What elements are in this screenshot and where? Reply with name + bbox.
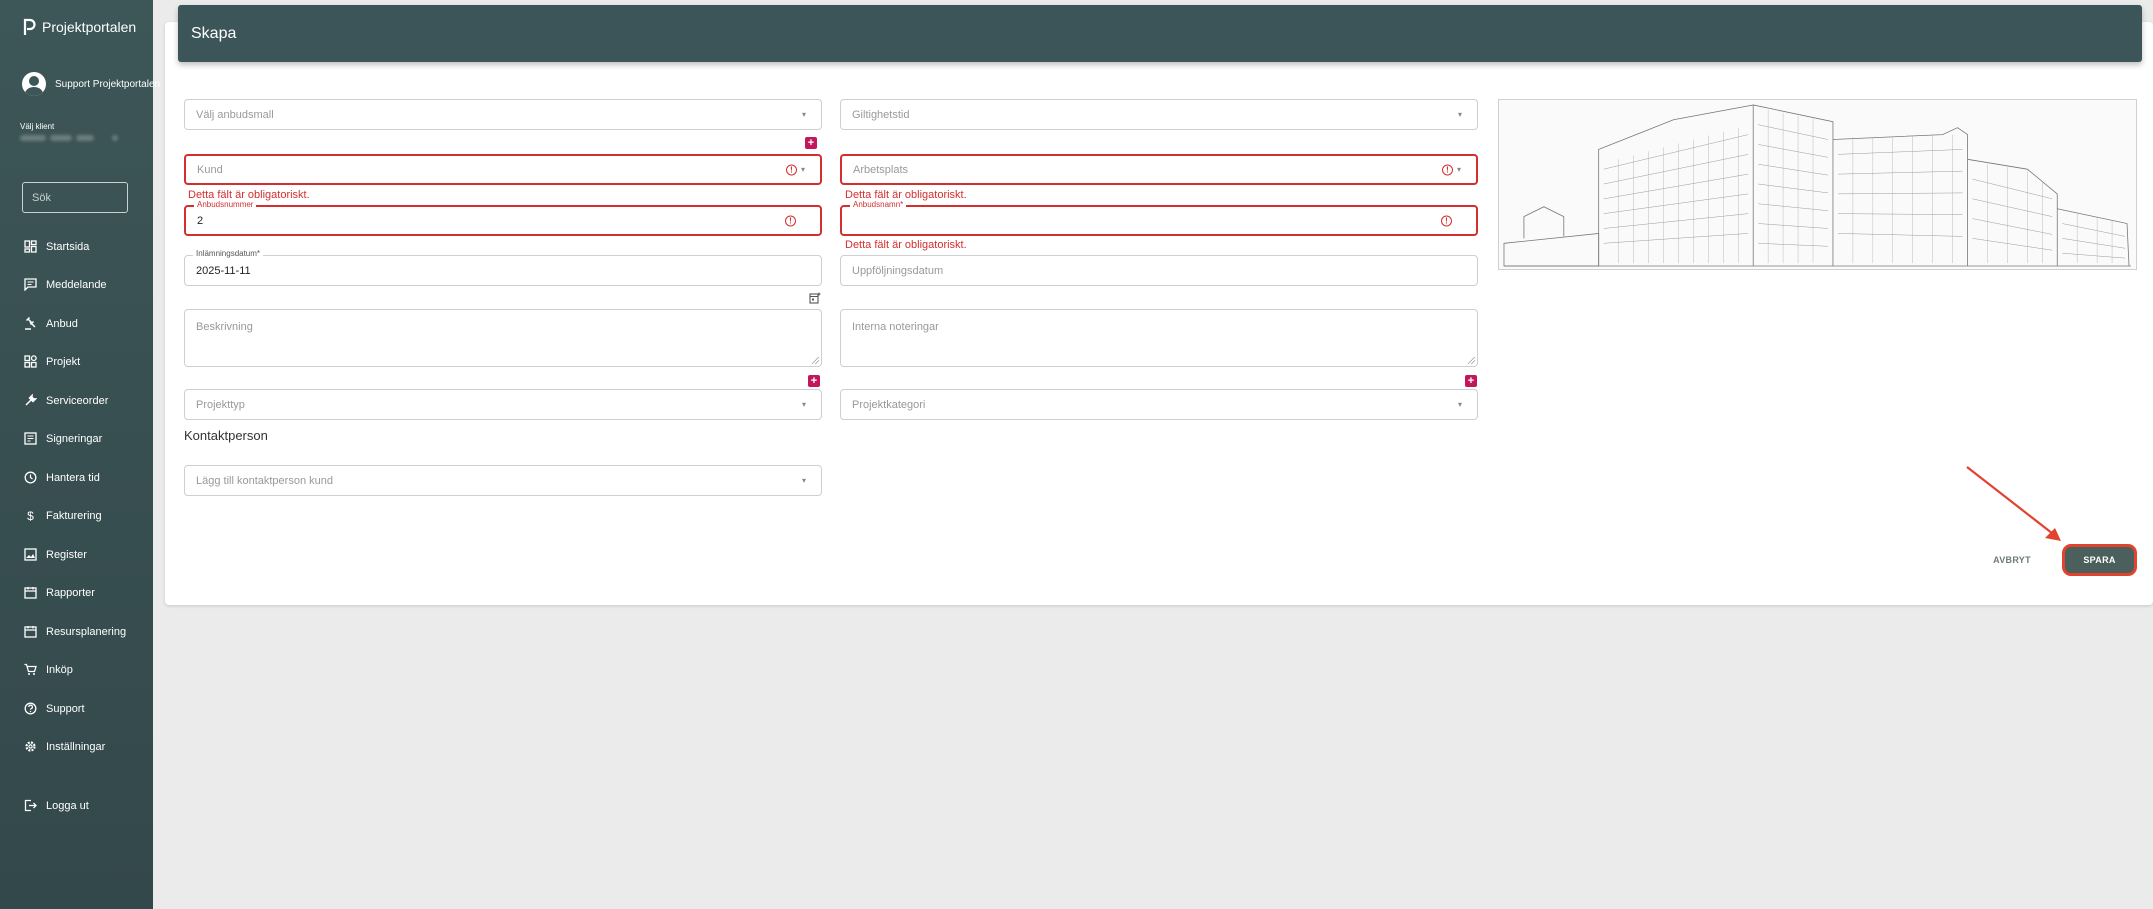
chevron-down-icon: ▾: [801, 399, 806, 409]
customer-select[interactable]: Kund ! ▾: [184, 154, 822, 185]
gear-icon: [24, 740, 37, 753]
sidebar-item-projekt[interactable]: Projekt: [24, 355, 80, 368]
sidebar-item-register[interactable]: Register: [24, 548, 87, 561]
sidebar-item-meddelande[interactable]: Meddelande: [24, 278, 107, 291]
dashboard-icon: [24, 240, 37, 253]
user-profile[interactable]: Support Projektportalen: [22, 72, 160, 96]
building-illustration: [1498, 99, 2137, 270]
image-icon: [24, 548, 37, 561]
clock-icon: [24, 471, 37, 484]
sidebar-item-serviceorder[interactable]: Serviceorder: [24, 394, 108, 407]
add-template-button[interactable]: +: [805, 137, 817, 149]
page-title: Skapa: [191, 24, 237, 42]
sidebar-item-hantera-tid[interactable]: Hantera tid: [24, 471, 100, 484]
project-icon: [24, 355, 37, 368]
search-input[interactable]: Sök: [22, 182, 128, 213]
template-select[interactable]: Välj anbudsmall ▾: [184, 99, 822, 130]
project-category-select[interactable]: Projektkategori ▾: [840, 389, 1478, 420]
help-icon: [24, 702, 37, 715]
add-project-type-button[interactable]: +: [808, 375, 820, 387]
gavel-icon: [24, 317, 37, 330]
chevron-down-icon: ▾: [800, 164, 805, 174]
bid-number-field[interactable]: Anbudsnummer 2 !: [184, 200, 822, 236]
submission-date-field[interactable]: Inlämningsdatum* 2025-11-11: [184, 249, 822, 286]
contact-person-select[interactable]: Lägg till kontaktperson kund ▾: [184, 465, 822, 496]
sidebar: Projektportalen Support Projektportalen …: [0, 0, 160, 909]
internal-notes-textarea[interactable]: Interna noteringar: [840, 309, 1478, 367]
save-button[interactable]: SPARA: [2062, 544, 2137, 576]
chevron-down-icon: ▾: [801, 475, 806, 485]
validity-select[interactable]: Giltighetstid ▾: [840, 99, 1478, 130]
sidebar-item-rapporter[interactable]: Rapporter: [24, 586, 95, 599]
calendar-add-icon[interactable]: [809, 292, 821, 304]
wrench-icon: [24, 394, 37, 407]
error-icon: !: [1442, 164, 1453, 175]
sidebar-item-signeringar[interactable]: Signeringar: [24, 432, 102, 445]
app-logo[interactable]: Projektportalen: [22, 18, 136, 36]
bid-name-field[interactable]: Anbudsnamn* !: [840, 200, 1478, 236]
logo-icon: [23, 18, 36, 35]
sidebar-item-startsida[interactable]: Startsida: [24, 240, 89, 253]
logout-icon: [24, 799, 37, 812]
followup-date-field[interactable]: Uppföljningsdatum: [840, 255, 1478, 286]
chevron-down-icon: ▾: [1457, 109, 1462, 119]
resize-handle[interactable]: [1468, 357, 1475, 364]
cart-icon: [24, 663, 37, 676]
sidebar-item-anbud[interactable]: Anbud: [24, 317, 78, 330]
calendar-icon: [24, 625, 37, 638]
sidebar-item-fakturering[interactable]: $ Fakturering: [24, 508, 101, 523]
cancel-button[interactable]: AVBRYT: [1981, 549, 2043, 571]
sidebar-item-support[interactable]: Support: [24, 702, 85, 715]
error-icon: !: [785, 215, 796, 226]
project-type-select[interactable]: Projekttyp ▾: [184, 389, 822, 420]
error-icon: !: [1441, 215, 1452, 226]
error-icon: !: [786, 164, 797, 175]
app-name: Projektportalen: [42, 19, 137, 35]
avatar: [22, 72, 46, 96]
client-selector-label: Välj klient: [20, 122, 55, 131]
logout-button[interactable]: Logga ut: [24, 799, 89, 812]
message-icon: [24, 278, 37, 291]
resize-handle[interactable]: [812, 357, 819, 364]
building-sketch-icon: [1503, 104, 2132, 267]
user-name: Support Projektportalen: [55, 78, 161, 90]
sidebar-item-inkop[interactable]: Inköp: [24, 663, 73, 676]
dollar-icon: $: [27, 508, 34, 523]
sidebar-item-installningar[interactable]: Inställningar: [24, 740, 105, 753]
bid-name-error: Detta fält är obligatoriskt.: [845, 239, 967, 251]
workplace-select[interactable]: Arbetsplats ! ▾: [840, 154, 1478, 185]
signature-icon: [24, 432, 37, 445]
sidebar-item-resursplanering[interactable]: Resursplanering: [24, 625, 126, 638]
contact-section-title: Kontaktperson: [184, 428, 268, 443]
chevron-down-icon: ▾: [1457, 399, 1462, 409]
calendar-icon: [24, 586, 37, 599]
description-textarea[interactable]: Beskrivning: [184, 309, 822, 367]
annotation-arrow-icon: [1966, 466, 2061, 541]
add-project-category-button[interactable]: +: [1465, 375, 1477, 387]
page-header: Skapa: [178, 5, 2142, 62]
chevron-down-icon: ▾: [801, 109, 806, 119]
client-selector[interactable]: [20, 135, 138, 144]
chevron-down-icon: ▾: [1456, 164, 1461, 174]
